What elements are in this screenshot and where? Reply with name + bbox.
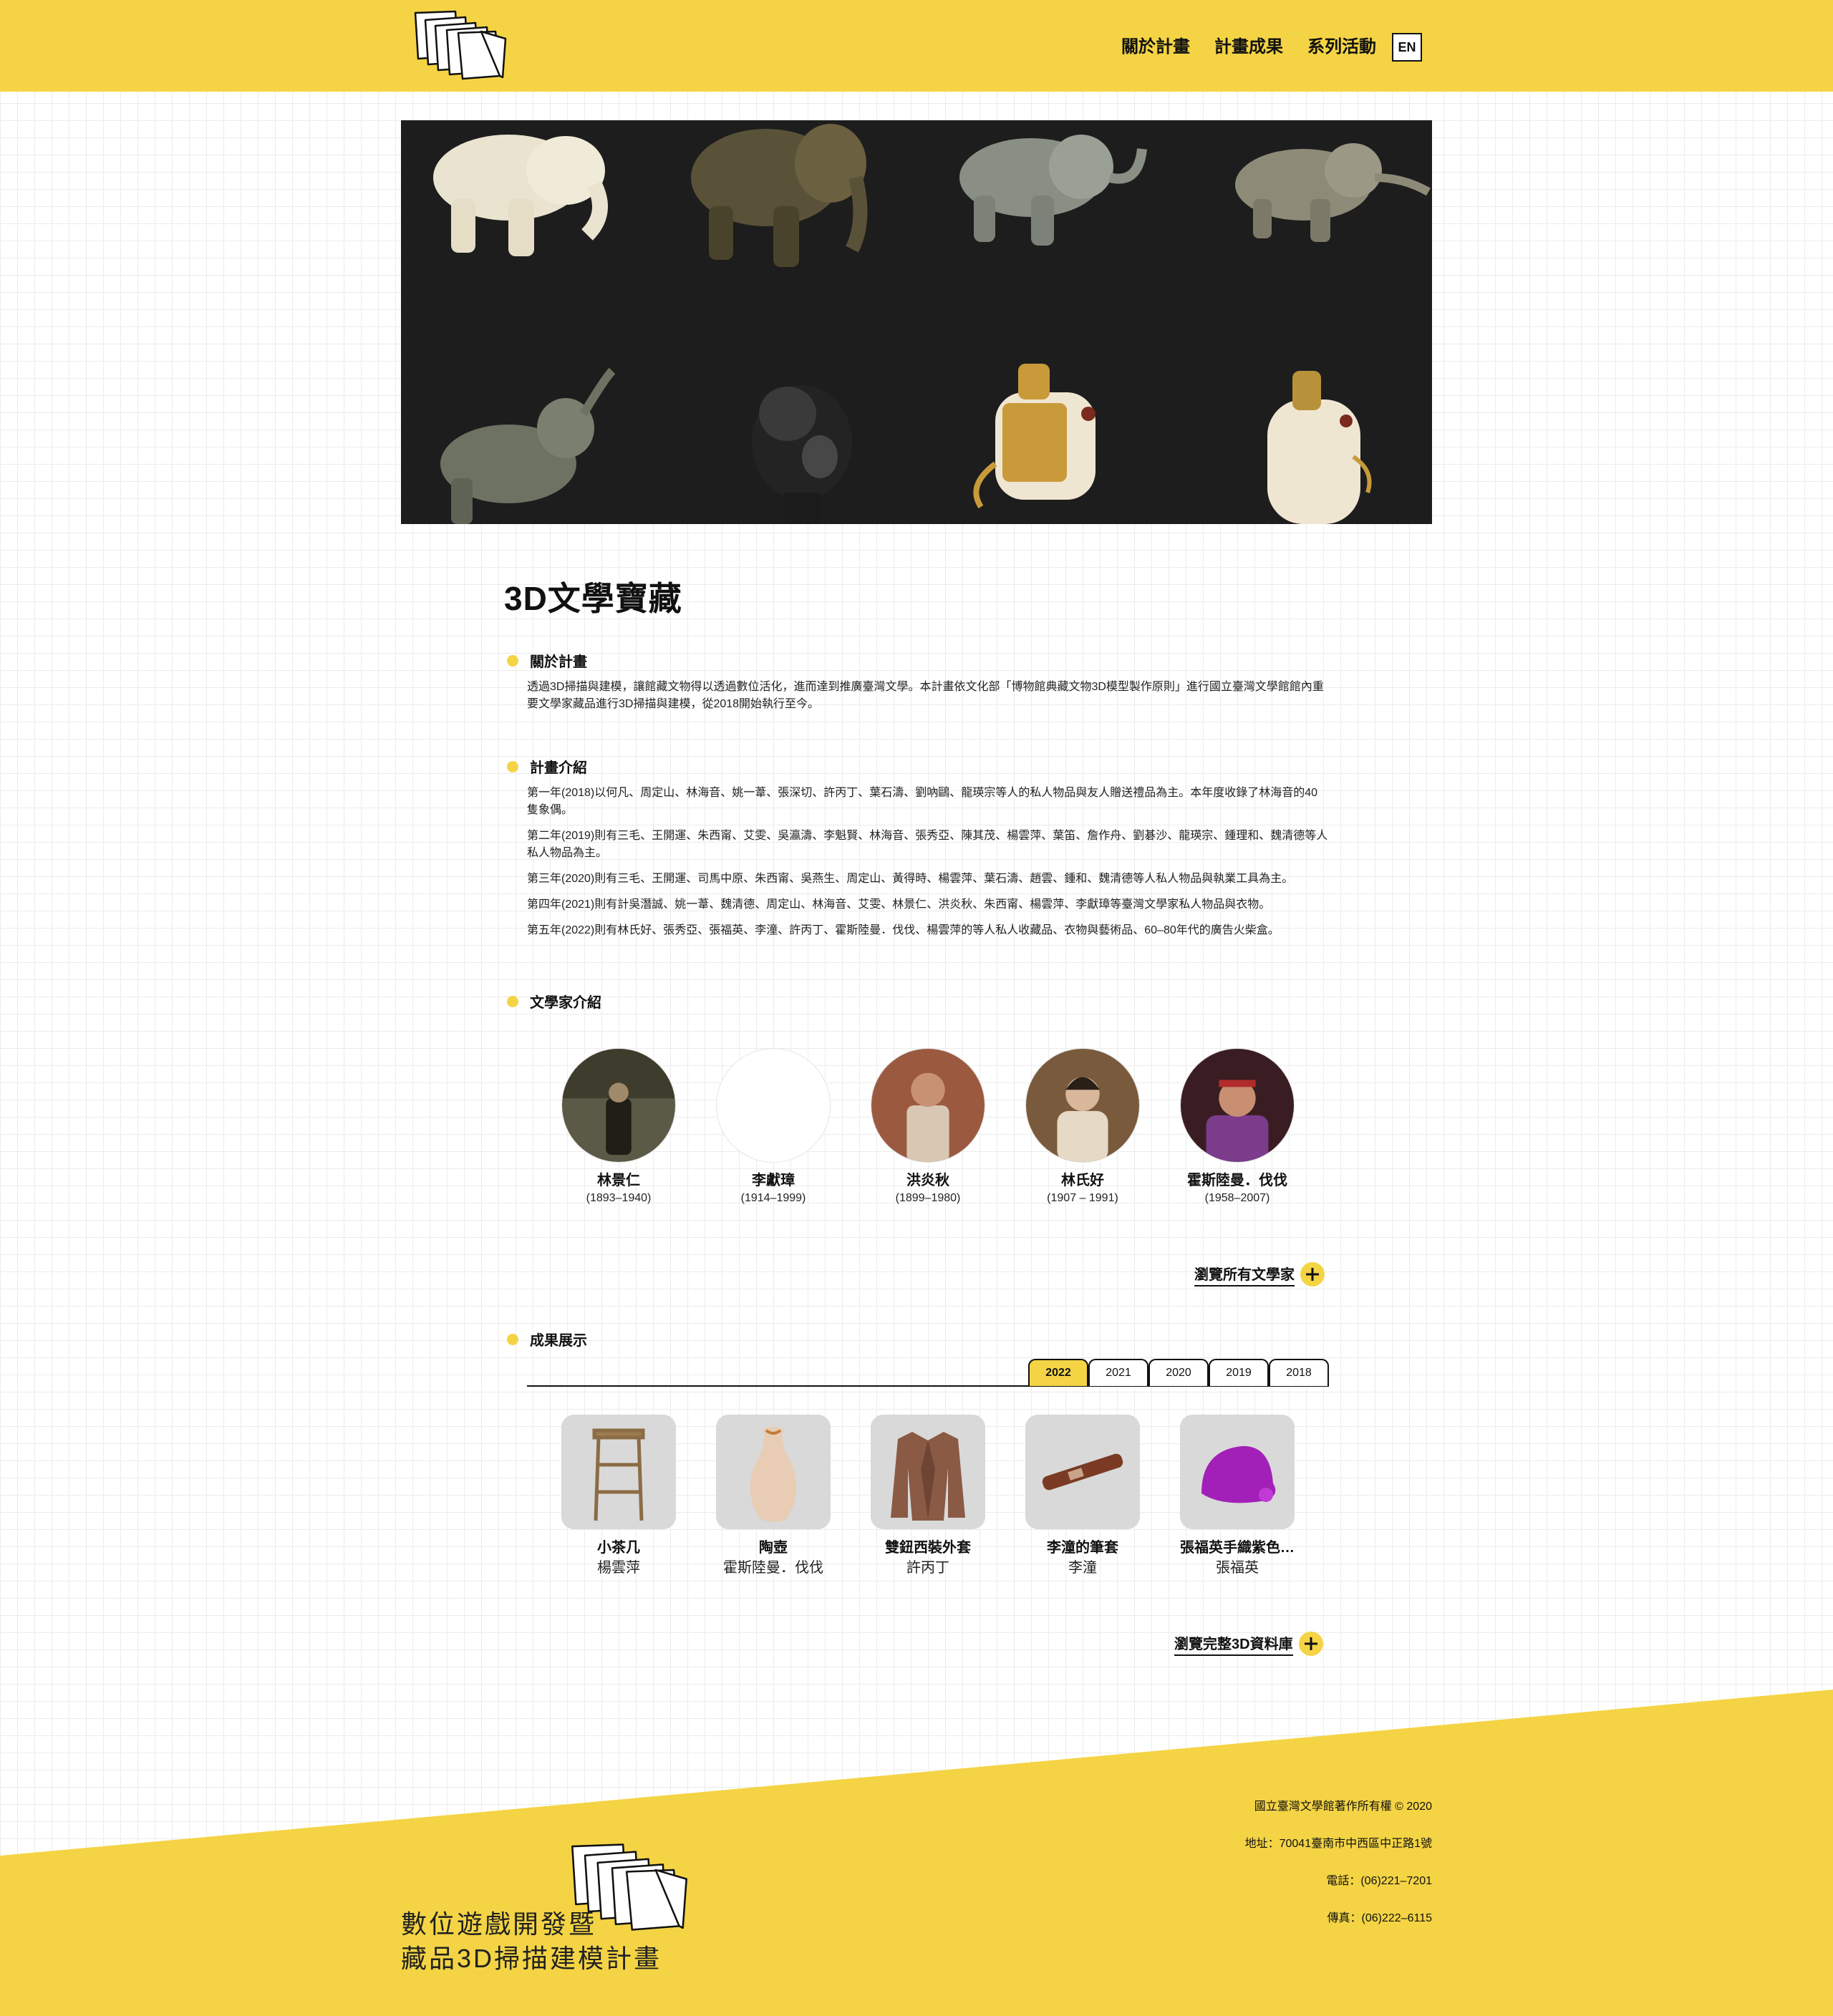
writers-list: 林景仁 (1893–1940) 李獻璋 (1914–1999) 洪炎秋 (189… [541, 1048, 1315, 1207]
elephant-figurines-image [401, 120, 1432, 524]
tea-table-thumbnail[interactable] [561, 1415, 676, 1529]
pottery-jar-thumbnail[interactable] [716, 1415, 831, 1529]
writer-name: 林景仁 [597, 1173, 640, 1188]
writer-card[interactable]: 李獻璋 (1914–1999) [696, 1048, 851, 1207]
results-section-heading: 成果展示 [507, 1329, 587, 1349]
writers-title: 文學家介紹 [530, 995, 601, 1011]
language-toggle-button[interactable]: EN [1392, 33, 1422, 62]
writer-years: (1907 – 1991) [1047, 1192, 1118, 1204]
footer-tagline: 數位遊戲開發暨 藏品3D掃描建模計畫 [401, 1907, 662, 1976]
avatar[interactable] [716, 1048, 831, 1163]
product-author: 張福英 [1216, 1560, 1259, 1576]
writer-years: (1914–1999) [740, 1192, 806, 1204]
pen-case-thumbnail[interactable] [1025, 1415, 1140, 1529]
page-title: 3D文學寶藏 [504, 580, 682, 617]
writer-years: (1958–2007) [1204, 1192, 1270, 1204]
bullet-dot [507, 1333, 518, 1345]
results-list: 小茶几 楊雲萍 陶壺 霍斯陸曼．伐伐 雙鈕西裝外套 許丙丁 李潼的筆套 李潼 張… [541, 1415, 1315, 1578]
footer-tagline-line1: 數位遊戲開發暨 [401, 1909, 597, 1939]
avatar[interactable] [1180, 1048, 1295, 1163]
footer-phone: 電話：(06)221–7201 [1326, 1875, 1432, 1887]
about-text: 透過3D掃描與建模，讓館藏文物得以透過數位活化，進而達到推廣臺灣文學。本計畫依文… [527, 679, 1329, 722]
intro-paragraph-5: 第五年(2022)則有林氏好、張秀亞、張福英、李潼、許丙丁、霍斯陸曼．伐伐、楊雲… [527, 924, 1280, 936]
writer-years: (1899–1980) [895, 1192, 961, 1204]
intro-section-heading: 計畫介紹 [507, 756, 587, 777]
writer-name: 林氏好 [1061, 1173, 1104, 1188]
writer-name: 李獻璋 [752, 1173, 795, 1188]
product-name: 雙鈕西裝外套 [885, 1540, 971, 1556]
product-name: 陶壺 [759, 1540, 788, 1556]
site-header: 關於計畫 計畫成果 系列活動 EN [0, 0, 1833, 92]
suit-jacket-thumbnail[interactable] [871, 1415, 985, 1529]
tab-2022[interactable]: 2022 [1028, 1359, 1088, 1386]
purple-knit-hat-thumbnail[interactable] [1180, 1415, 1295, 1529]
intro-paragraph-4: 第四年(2021)則有計吳潛誠、姚一葦、魏清德、周定山、林海音、艾雯、林景仁、洪… [527, 898, 1271, 911]
nav-events[interactable]: 系列活動 [1307, 35, 1376, 59]
results-title: 成果展示 [530, 1333, 587, 1349]
footer-info: 國立臺灣文學館著作所有權 © 2020 地址：70041臺南市中西區中正路1號 … [1245, 1788, 1432, 1937]
bullet-dot [507, 995, 518, 1007]
avatar[interactable] [561, 1048, 676, 1163]
product-author: 許丙丁 [906, 1560, 949, 1576]
footer-fax: 傳真：(06)222–6115 [1327, 1912, 1432, 1924]
product-card[interactable]: 李潼的筆套 李潼 [1005, 1415, 1160, 1578]
product-author: 楊雲萍 [597, 1560, 640, 1576]
intro-paragraph-1: 第一年(2018)以何凡、周定山、林海音、姚一葦、張深切、許丙丁、葉石濤、劉吶鷗… [527, 787, 1318, 816]
about-paragraph: 透過3D掃描與建模，讓館藏文物得以透過數位活化，進而達到推廣臺灣文學。本計畫依文… [527, 681, 1324, 710]
tab-2021[interactable]: 2021 [1088, 1359, 1148, 1386]
product-card[interactable]: 雙鈕西裝外套 許丙丁 [851, 1415, 1005, 1578]
product-card[interactable]: 陶壺 霍斯陸曼．伐伐 [696, 1415, 851, 1578]
product-name: 張福英手織紫色… [1180, 1540, 1295, 1556]
year-tabs: 2022 2021 2020 2019 2018 [1028, 1359, 1329, 1386]
footer-copyright: 國立臺灣文學館著作所有權 © 2020 [1254, 1801, 1432, 1813]
plus-icon [1298, 1632, 1323, 1656]
product-card[interactable]: 小茶几 楊雲萍 [541, 1415, 696, 1578]
intro-text: 第一年(2018)以何凡、周定山、林海音、姚一葦、張深切、許丙丁、葉石濤、劉吶鷗… [527, 785, 1329, 948]
bullet-dot [507, 654, 518, 667]
footer-background [0, 1690, 1833, 2016]
writer-card[interactable]: 霍斯陸曼．伐伐 (1958–2007) [1160, 1048, 1315, 1207]
tab-2019[interactable]: 2019 [1209, 1359, 1269, 1386]
intro-title: 計畫介紹 [530, 760, 587, 776]
product-author: 霍斯陸曼．伐伐 [723, 1560, 823, 1576]
about-section-heading: 關於計畫 [507, 650, 587, 671]
browse-3d-database-label: 瀏覽完整3D資料庫 [1174, 1632, 1293, 1656]
writer-name: 霍斯陸曼．伐伐 [1187, 1173, 1287, 1188]
browse-all-writers-label: 瀏覽所有文學家 [1194, 1263, 1295, 1286]
browse-3d-database-link[interactable]: 瀏覽完整3D資料庫 [1174, 1632, 1323, 1656]
tab-2020[interactable]: 2020 [1148, 1359, 1209, 1386]
product-name: 小茶几 [597, 1540, 640, 1556]
bullet-dot [507, 760, 518, 772]
writer-name: 洪炎秋 [906, 1173, 949, 1188]
browse-all-writers-link[interactable]: 瀏覽所有文學家 [1194, 1262, 1325, 1286]
writer-card[interactable]: 林氏好 (1907 – 1991) [1005, 1048, 1160, 1207]
footer-address: 地址：70041臺南市中西區中正路1號 [1244, 1838, 1432, 1850]
writers-section-heading: 文學家介紹 [507, 991, 601, 1012]
avatar[interactable] [1025, 1048, 1140, 1163]
nav-results[interactable]: 計畫成果 [1214, 35, 1283, 59]
hero-image [401, 120, 1432, 524]
tab-2018[interactable]: 2018 [1269, 1359, 1329, 1386]
nav-about[interactable]: 關於計畫 [1121, 35, 1190, 59]
writer-card[interactable]: 林景仁 (1893–1940) [541, 1048, 696, 1207]
plus-icon [1300, 1262, 1325, 1286]
writer-card[interactable]: 洪炎秋 (1899–1980) [851, 1048, 1005, 1207]
product-author: 李潼 [1068, 1560, 1097, 1576]
folded-pages-logo-icon[interactable] [412, 10, 508, 80]
intro-paragraph-2: 第二年(2019)則有三毛、王開運、朱西甯、艾雯、吳瀛濤、李魁賢、林海音、張秀亞… [527, 830, 1328, 859]
main-nav: 關於計畫 計畫成果 系列活動 EN [1121, 33, 1422, 62]
product-card[interactable]: 張福英手織紫色… 張福英 [1160, 1415, 1315, 1578]
writer-years: (1893–1940) [586, 1192, 652, 1204]
about-title: 關於計畫 [530, 654, 587, 670]
intro-paragraph-3: 第三年(2020)則有三毛、王開運、司馬中原、朱西甯、吳燕生、周定山、黃得時、楊… [527, 873, 1294, 885]
footer-tagline-line2: 藏品3D掃描建模計畫 [401, 1944, 662, 1973]
avatar[interactable] [871, 1048, 985, 1163]
product-name: 李潼的筆套 [1047, 1540, 1118, 1556]
